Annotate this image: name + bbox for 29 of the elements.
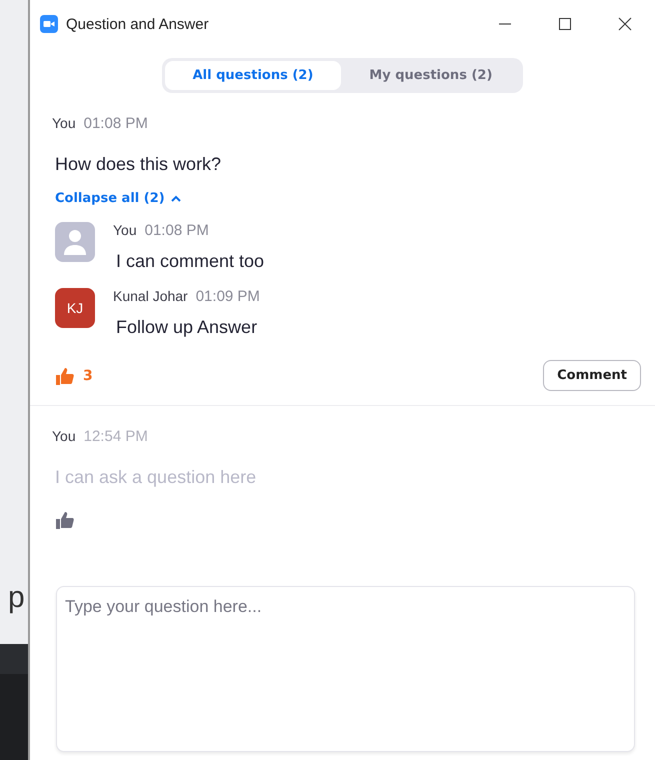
camera-icon xyxy=(40,15,58,33)
question-text: How does this work? xyxy=(55,154,222,175)
minimize-icon xyxy=(498,23,512,25)
thumbs-up-icon[interactable] xyxy=(55,366,75,386)
timestamp: 01:08 PM xyxy=(144,222,209,239)
close-icon xyxy=(618,17,632,31)
collapse-link[interactable]: Collapse all (2) xyxy=(55,191,181,206)
timestamp: 01:08 PM xyxy=(84,115,148,132)
author-name: You xyxy=(52,428,76,444)
tab[interactable]: My questions (2) xyxy=(341,61,520,90)
question-input[interactable]: Type your question here... xyxy=(56,586,635,752)
thumbs-up-icon[interactable] xyxy=(55,510,75,530)
background-text: p xyxy=(8,580,26,616)
reply-text: I can comment too xyxy=(116,251,264,272)
window-title: Question and Answer xyxy=(66,16,210,32)
comment-button[interactable]: Comment xyxy=(543,360,641,391)
question-text: I can ask a question here xyxy=(55,467,256,488)
author-name: You xyxy=(52,115,76,131)
reply-text: Follow up Answer xyxy=(116,317,258,338)
caret-icon xyxy=(170,195,181,202)
like-count: 3 xyxy=(83,368,94,384)
timestamp: 12:54 PM xyxy=(84,428,148,445)
timestamp: 01:09 PM xyxy=(196,288,260,305)
author-name: You xyxy=(113,222,137,238)
tab[interactable]: All questions (2) xyxy=(164,61,342,90)
avatar-icon xyxy=(55,222,95,262)
author-name: Kunal Johar xyxy=(113,288,188,304)
avatar: KJ xyxy=(55,288,95,328)
maximize-icon xyxy=(558,17,572,31)
